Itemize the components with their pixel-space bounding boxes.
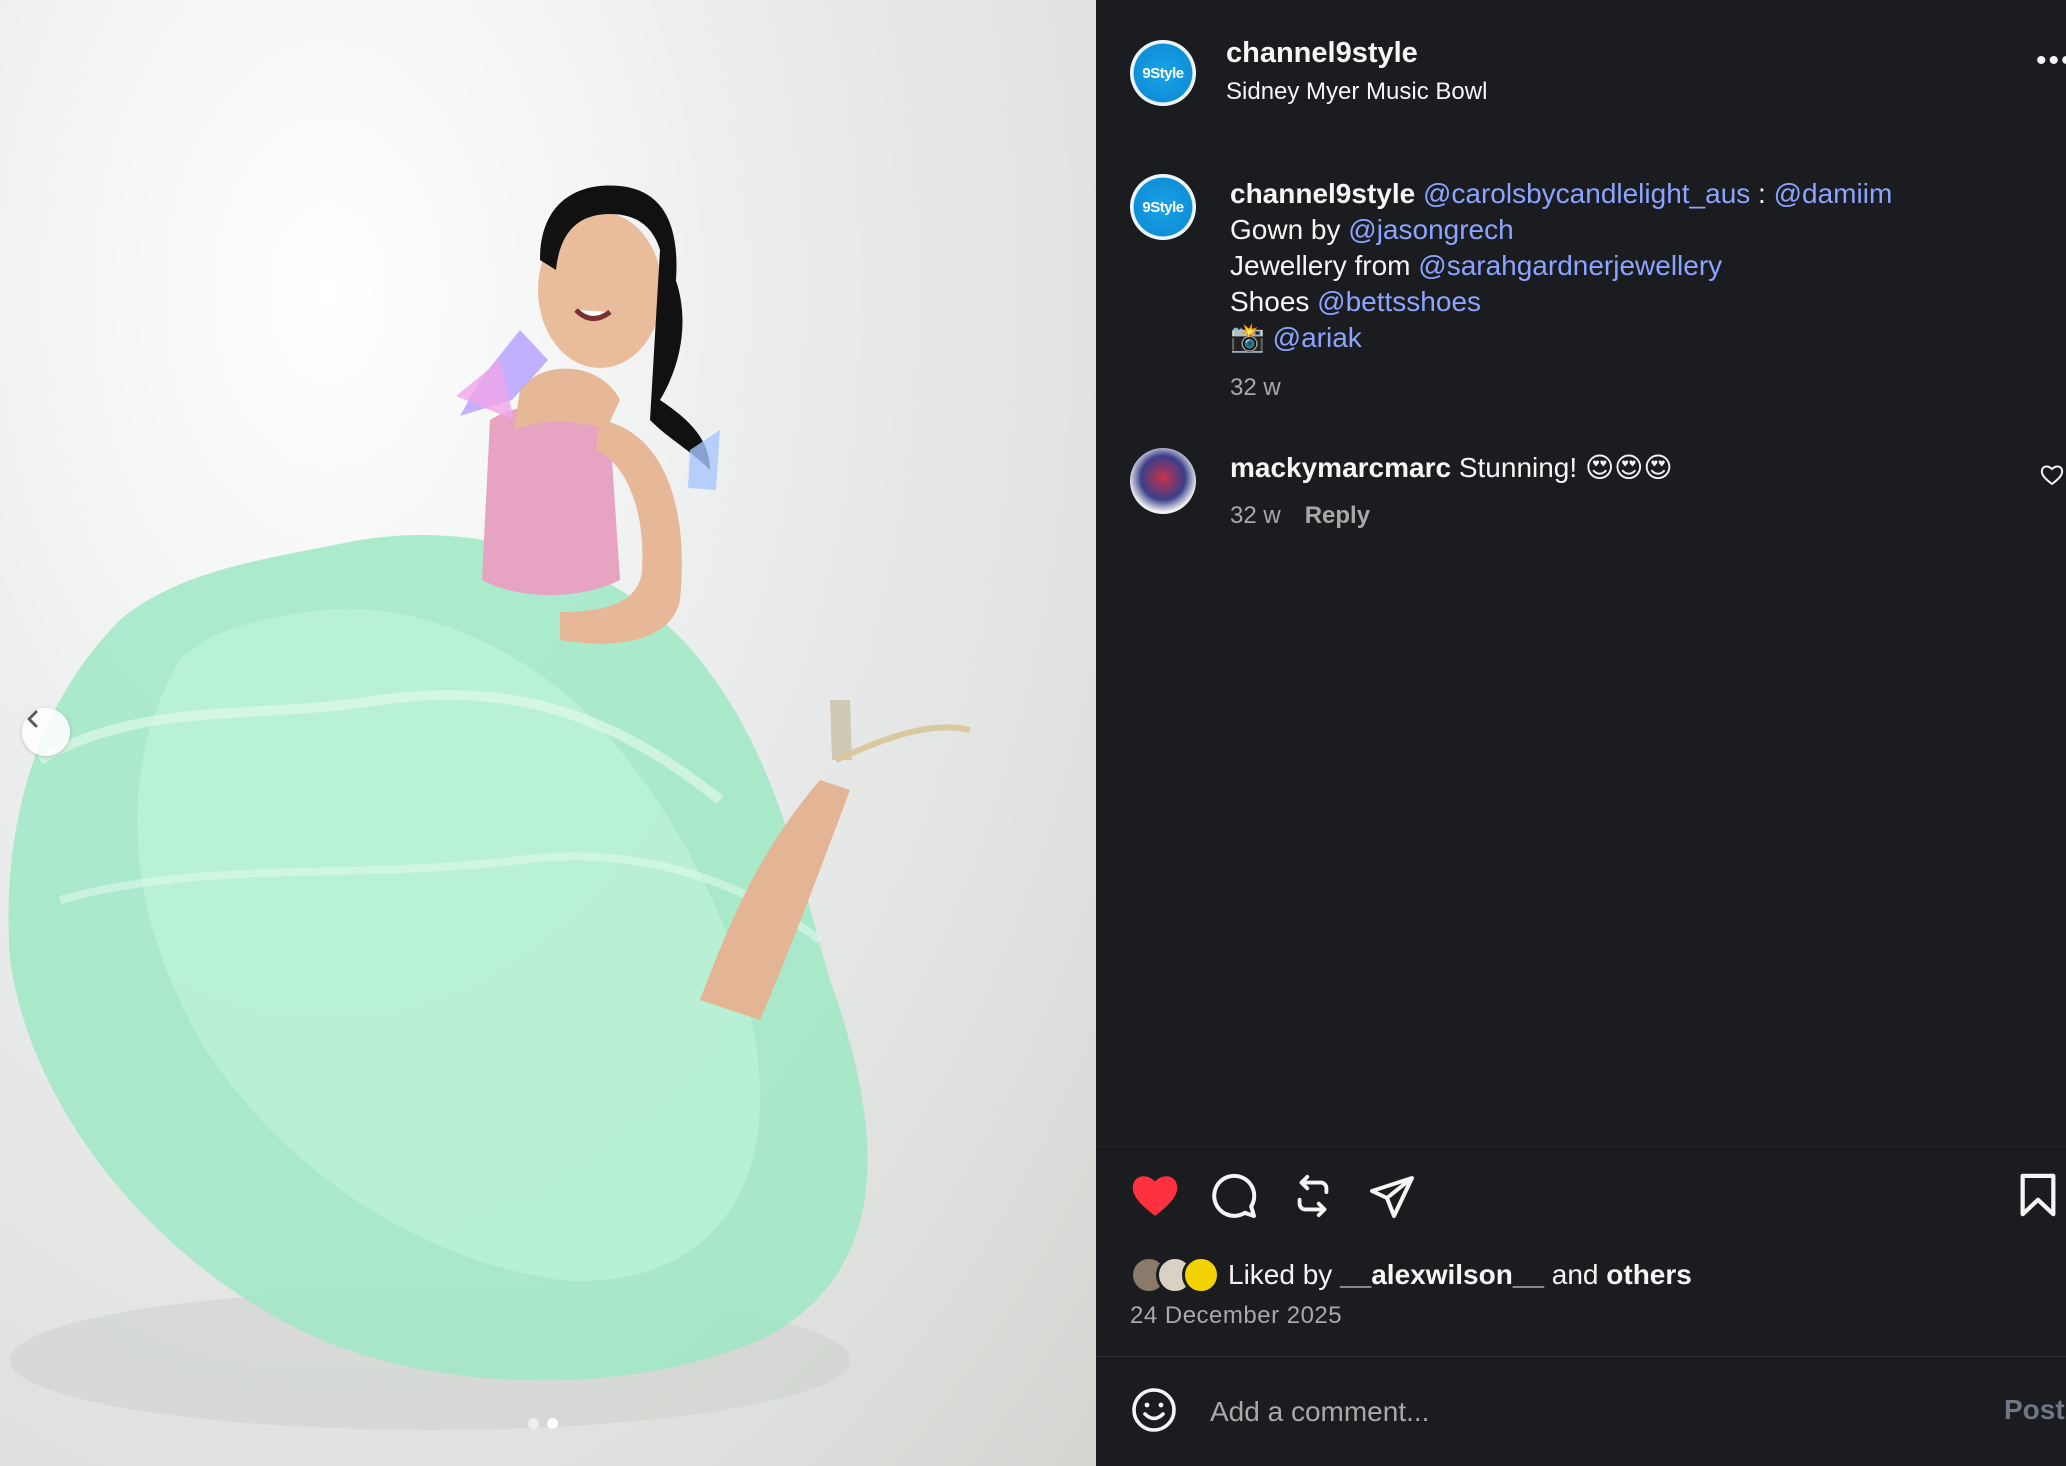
mention-link[interactable]: @ariak <box>1273 322 1362 353</box>
more-horizontal-icon: ••• <box>2036 44 2066 77</box>
comment-meta: 32 w Reply <box>1230 502 1370 530</box>
liked-others-link[interactable]: others <box>1606 1259 1692 1290</box>
comment-username[interactable]: mackymarcmarc <box>1230 452 1451 483</box>
mention-link[interactable]: @damiim <box>1774 178 1893 209</box>
caption-text: Shoes <box>1230 286 1318 317</box>
comment-timestamp[interactable]: 32 w <box>1230 502 1281 530</box>
liked-by-row[interactable]: Liked by __alexwilson__ and others <box>1130 1256 1692 1294</box>
speech-bubble-icon <box>1212 1173 1257 1218</box>
camera-emoji: 📸 <box>1230 322 1265 353</box>
post-photo <box>8 185 971 1430</box>
heart-filled-icon <box>1132 1176 1178 1216</box>
liked-mid: and <box>1543 1259 1607 1290</box>
caption-text: Gown by <box>1230 214 1349 245</box>
comment-item: mackymarcmarc Stunning! 😍😍😍 <box>1230 450 1673 486</box>
save-button[interactable] <box>2018 1172 2058 1223</box>
smiley-icon <box>1132 1388 1176 1432</box>
post-detail-panel: 9Style channel9style Sidney Myer Music B… <box>1096 0 2066 1466</box>
divider <box>1096 1356 2066 1357</box>
paper-plane-icon <box>1370 1176 1414 1218</box>
mention-link[interactable]: @bettsshoes <box>1317 286 1481 317</box>
carousel-indicator <box>528 1418 558 1429</box>
carousel-dot <box>528 1418 539 1429</box>
liked-by-text: Liked by __alexwilson__ and others <box>1228 1259 1692 1291</box>
liked-username[interactable]: __alexwilson__ <box>1340 1259 1544 1290</box>
more-options-button[interactable]: ••• <box>2036 46 2066 76</box>
author-username[interactable]: channel9style <box>1226 37 1418 70</box>
divider <box>1096 1146 2066 1147</box>
repost-button[interactable] <box>1290 1172 1336 1225</box>
liked-prefix: Liked by <box>1228 1259 1341 1290</box>
mention-link[interactable]: @jasongrech <box>1348 214 1513 245</box>
comment-input[interactable] <box>1210 1390 1930 1434</box>
mention-link[interactable]: @carolsbycandlelight_aus <box>1423 178 1750 209</box>
mention-link[interactable]: @sarahgardnerjewellery <box>1418 250 1722 281</box>
post-location[interactable]: Sidney Myer Music Bowl <box>1226 78 1487 106</box>
post-date[interactable]: 24 December 2025 <box>1130 1302 1342 1330</box>
author-avatar[interactable]: 9Style <box>1130 40 1196 106</box>
reply-button[interactable]: Reply <box>1305 502 1370 530</box>
caption-text: Jewellery from <box>1230 250 1419 281</box>
liker-avatar <box>1182 1256 1220 1294</box>
heart-outline-icon <box>2040 465 2064 486</box>
post-comment-button[interactable]: Post <box>2004 1394 2065 1426</box>
caption-timestamp[interactable]: 32 w <box>1230 370 2020 406</box>
post-caption: channel9style @carolsbycandlelight_aus :… <box>1230 176 2020 406</box>
caption-username[interactable]: channel9style <box>1230 178 1415 209</box>
avatar-logo-text: 9Style <box>1142 64 1184 82</box>
comment-like-button[interactable] <box>2040 464 2064 491</box>
carousel-dot-active <box>547 1418 558 1429</box>
bookmark-icon <box>2020 1173 2056 1217</box>
like-button[interactable] <box>1130 1172 1180 1223</box>
comment-button[interactable] <box>1210 1172 1258 1225</box>
avatar-logo-text: 9Style <box>1142 198 1184 216</box>
emoji-picker-button[interactable] <box>1130 1386 1178 1439</box>
comment-text: Stunning! 😍😍😍 <box>1458 452 1673 483</box>
post-media[interactable] <box>0 0 1096 1466</box>
previous-image-button[interactable] <box>22 708 70 756</box>
caption-avatar[interactable]: 9Style <box>1130 174 1196 240</box>
repost-icon <box>1297 1174 1329 1218</box>
chevron-left-icon <box>27 710 38 728</box>
caption-separator: : <box>1750 178 1774 209</box>
commenter-avatar[interactable] <box>1130 448 1196 514</box>
share-button[interactable] <box>1368 1172 1416 1225</box>
